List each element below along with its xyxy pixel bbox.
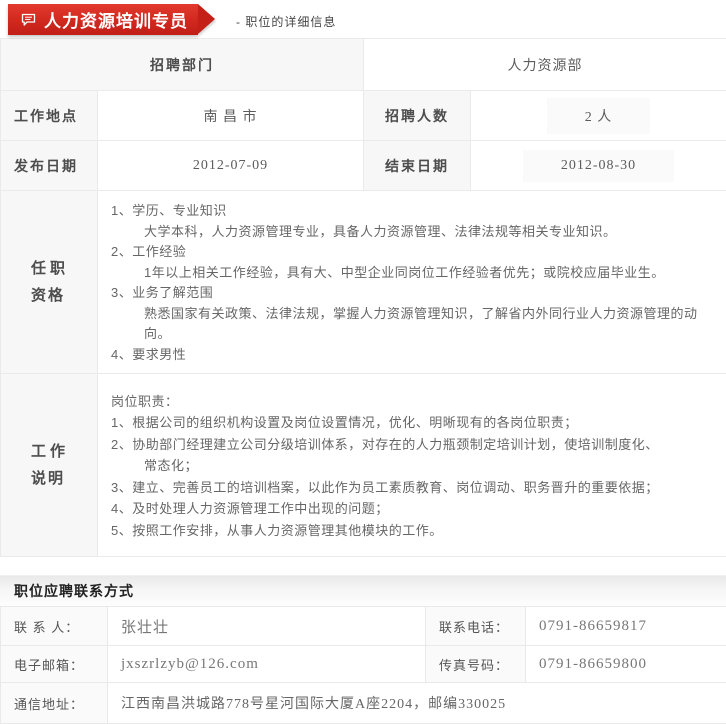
qualification-line: 2、工作经验 [111,242,718,263]
contact-email-label: 电子邮箱： [1,646,108,683]
description-line: 5、按照工作安排，从事人力资源管理其他模块的工作。 [111,520,718,542]
description-line: 常态化； [111,455,718,477]
contact-section-header: 职位应聘联系方式 [0,575,726,606]
table-row-location-headcount: 工作地点 南 昌 市 招聘人数 2 人 [1,91,726,141]
contact-phone-value: 0791-86659817 [526,607,726,646]
contact-address-value: 江西南昌洪城路778号星河国际大厦A座2204，邮编330025 [108,683,726,724]
contact-person-label: 联 系 人： [1,607,108,646]
description-line: 1、根据公司的组织机构设置及岗位设置情况，优化、明晰现有的各岗位职责； [111,412,718,434]
contact-fax-label: 传真号码： [426,646,526,683]
contact-row-person-phone: 联 系 人： 张壮壮 联系电话： 0791-86659817 [1,607,726,646]
qualifications-content: 1、学历、专业知识 大学本科，人力资源管理专业，具备人力资源管理、法律法规等相关… [98,191,726,374]
banner: 人力资源培训专员 - 职位的详细信息 [0,0,726,38]
publish-date-label: 发布日期 [1,141,98,191]
department-label: 招聘部门 [1,39,364,91]
location-label: 工作地点 [1,91,98,141]
description-line: 3、建立、完善员工的培训档案，以此作为员工素质教育、岗位调动、职务晋升的重要依据… [111,477,718,499]
qualification-line: 大学本科，人力资源管理专业，具备人力资源管理、法律法规等相关专业知识。 [111,222,718,243]
headcount-value: 2 人 [471,91,726,141]
qualification-line: 熟悉国家有关政策、法律法规，掌握人力资源管理知识，了解省内外同行业人力资源管理的… [111,304,718,345]
location-value: 南 昌 市 [98,91,364,141]
contact-person-value: 张壮壮 [108,607,426,646]
contact-fax-value: 0791-86659800 [526,646,726,683]
table-row-department: 招聘部门 人力资源部 [1,39,726,91]
contact-section: 职位应聘联系方式 联 系 人： 张壮壮 联系电话： 0791-86659817 … [0,575,726,724]
speech-bubble-icon [21,13,36,27]
job-detail-page: 人力资源培训专员 - 职位的详细信息 招聘部门 人力资源部 工作地点 南 昌 市… [0,0,726,724]
contact-row-email-fax: 电子邮箱： jxszrlzyb@126.com 传真号码： 0791-86659… [1,646,726,683]
qualifications-list: 1、学历、专业知识 大学本科，人力资源管理专业，具备人力资源管理、法律法规等相关… [111,201,718,365]
job-detail-table: 招聘部门 人力资源部 工作地点 南 昌 市 招聘人数 2 人 发布日期 2012… [0,38,726,557]
table-row-description: 工作说明 岗位职责： 1、根据公司的组织机构设置及岗位设置情况，优化、明晰现有的… [1,374,726,557]
contact-row-address: 通信地址： 江西南昌洪城路778号星河国际大厦A座2204，邮编330025 [1,683,726,724]
table-row-qualifications: 任职资格 1、学历、专业知识 大学本科，人力资源管理专业，具备人力资源管理、法律… [1,191,726,374]
qualification-line: 4、要求男性 [111,345,718,366]
qualification-line: 3、业务了解范围 [111,283,718,304]
description-list: 岗位职责： 1、根据公司的组织机构设置及岗位设置情况，优化、明晰现有的各岗位职责… [111,391,718,542]
qualification-line: 1、学历、专业知识 [111,201,718,222]
qualification-line: 1年以上相关工作经验，具有大、中型企业同岗位工作经验者优先；或院校应届毕业生。 [111,263,718,284]
contact-table: 联 系 人： 张壮壮 联系电话： 0791-86659817 电子邮箱： jxs… [0,606,726,724]
contact-phone-label: 联系电话： [426,607,526,646]
contact-email-value: jxszrlzyb@126.com [108,646,426,683]
headcount-label: 招聘人数 [364,91,471,141]
description-label: 工作说明 [1,374,98,557]
qualifications-label: 任职资格 [1,191,98,374]
description-line: 2、协助部门经理建立公司分级培训体系，对存在的人力瓶颈制定培训计划，使培训制度化… [111,434,718,456]
department-value: 人力资源部 [364,39,726,91]
job-title-ribbon: 人力资源培训专员 [8,4,198,35]
publish-date-value: 2012-07-09 [98,141,364,191]
end-date-value: 2012-08-30 [471,141,726,191]
banner-subtitle: - 职位的详细信息 [236,13,336,30]
end-date-label: 结束日期 [364,141,471,191]
description-line: 4、及时处理人力资源管理工作中出现的问题； [111,498,718,520]
table-row-dates: 发布日期 2012-07-09 结束日期 2012-08-30 [1,141,726,191]
description-line: 岗位职责： [111,391,718,413]
job-title: 人力资源培训专员 [44,7,188,32]
description-content: 岗位职责： 1、根据公司的组织机构设置及岗位设置情况，优化、明晰现有的各岗位职责… [98,374,726,557]
contact-address-label: 通信地址： [1,683,108,724]
